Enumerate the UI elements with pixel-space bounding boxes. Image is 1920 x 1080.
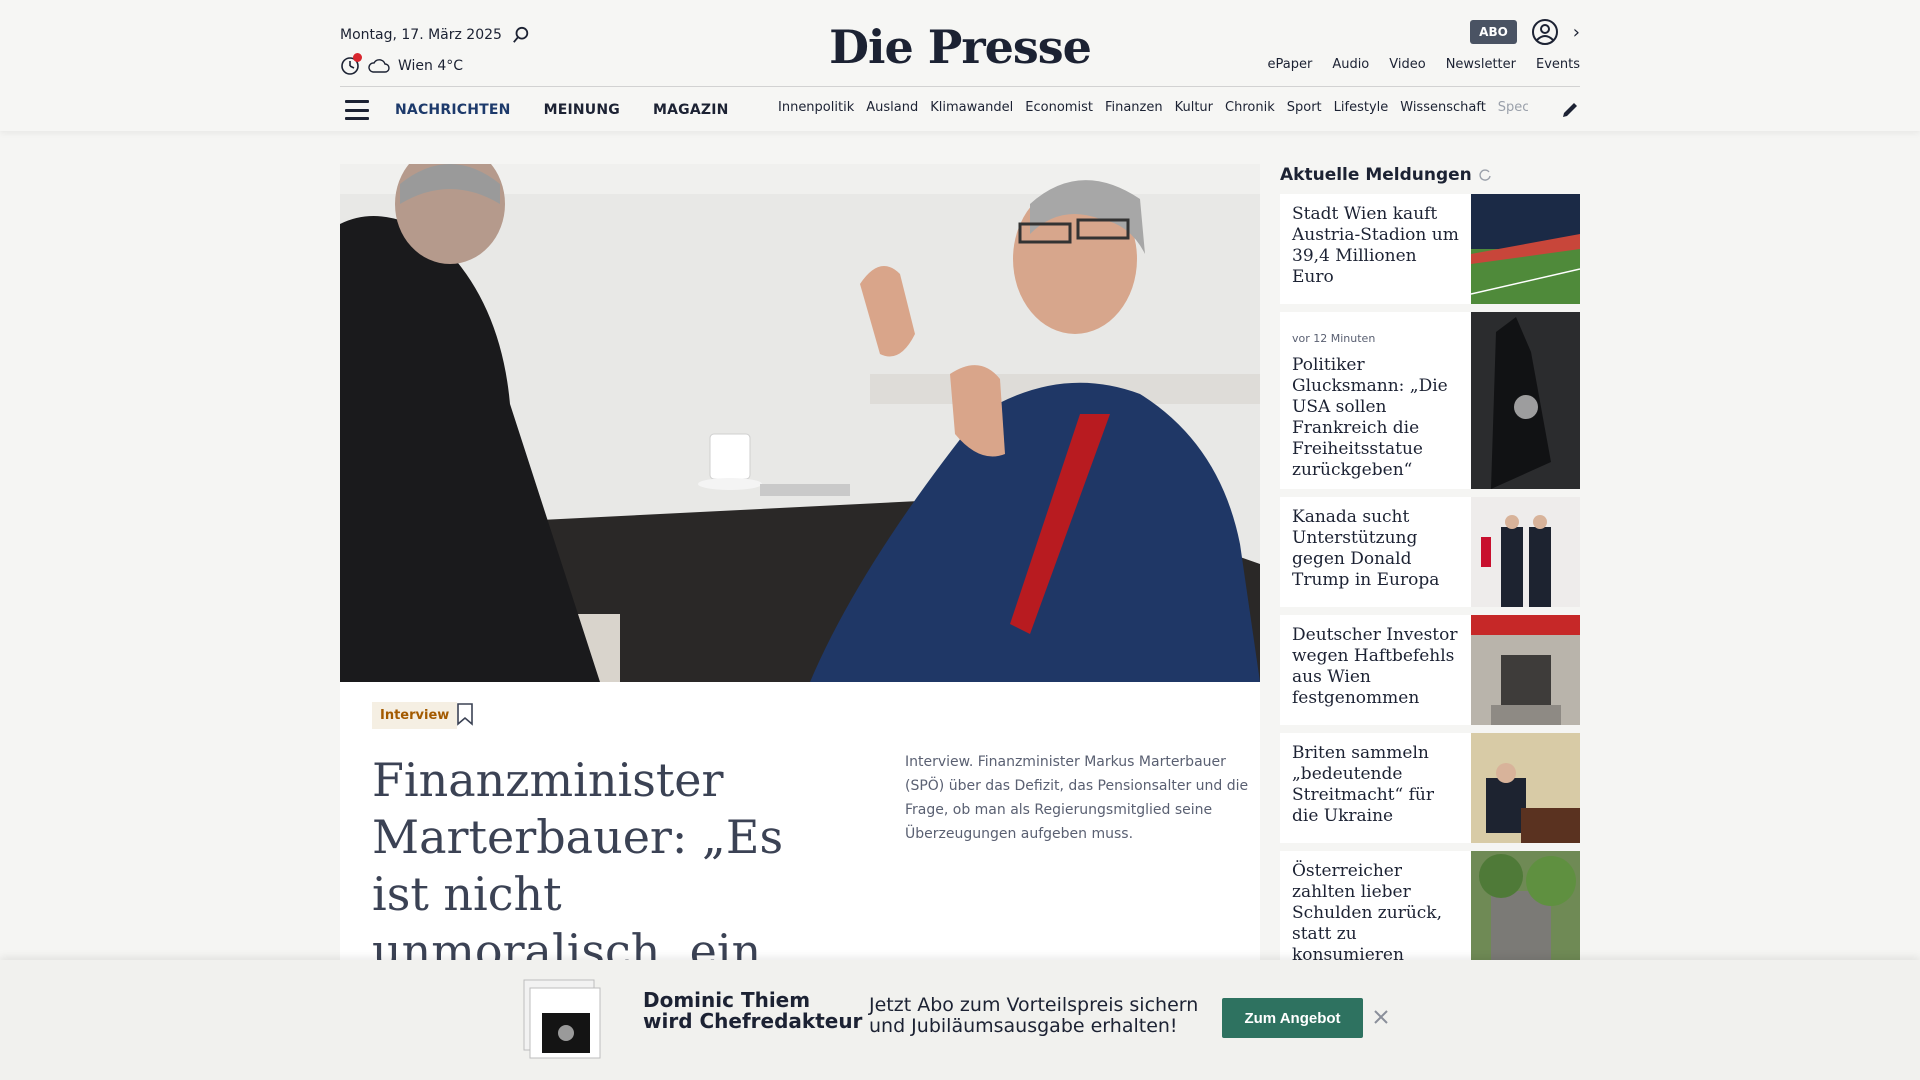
promo-banner: Dominic Thiem wird Chefredakteur Jetzt A… (0, 960, 1920, 1080)
link-video[interactable]: Video (1389, 57, 1425, 72)
link-audio[interactable]: Audio (1332, 57, 1369, 72)
news-list: Stadt Wien kauft Austria-Stadion um 39,4… (1280, 194, 1580, 969)
news-headline[interactable]: Briten sammeln „bedeutende Streitmacht“ … (1292, 743, 1461, 827)
site-header: Montag, 17. März 2025 Wien 4°C Die Press… (0, 0, 1920, 131)
sidebar-title: Aktuelle Meldungen (1280, 165, 1492, 185)
promo-text-line-1: Jetzt Abo zum Vorteilspreis sichern (869, 994, 1199, 1016)
news-item[interactable]: Kanada sucht Unterstützung gegen Donald … (1280, 497, 1580, 607)
subnav-sport[interactable]: Sport (1287, 100, 1322, 115)
news-headline[interactable]: Österreicher zahlten lieber Schulden zur… (1292, 861, 1461, 966)
user-account-icon[interactable] (1531, 18, 1559, 46)
subnav-wissenschaft[interactable]: Wissenschaft (1400, 100, 1486, 115)
news-timestamp: vor 12 Minuten (1292, 332, 1376, 345)
article-tag[interactable]: Interview (372, 702, 458, 729)
subnav-innenpolitik[interactable]: Innenpolitik (778, 100, 854, 115)
promo-title: Dominic Thiem wird Chefredakteur (643, 990, 862, 1032)
abo-button[interactable]: ABO (1470, 20, 1517, 44)
subnav-ausland[interactable]: Ausland (866, 100, 918, 115)
news-headline[interactable]: Deutscher Investor wegen Haftbefehls aus… (1292, 625, 1461, 709)
news-item[interactable]: vor 12 Minuten Politiker Glucksmann: „Di… (1280, 312, 1580, 489)
news-thumbnail[interactable] (1471, 194, 1580, 304)
link-epaper[interactable]: ePaper (1267, 57, 1312, 72)
nav-nachrichten[interactable]: NACHRICHTEN (395, 102, 511, 118)
refresh-icon[interactable] (1478, 168, 1492, 182)
subnav-finanzen[interactable]: Finanzen (1105, 100, 1163, 115)
bookmark-icon[interactable] (456, 702, 474, 726)
news-headline[interactable]: Kanada sucht Unterstützung gegen Donald … (1292, 507, 1461, 591)
subnav-chronik[interactable]: Chronik (1225, 100, 1275, 115)
main-nav: NACHRICHTEN MEINUNG MAGAZIN (340, 93, 762, 127)
link-events[interactable]: Events (1536, 57, 1580, 72)
promo-title-line-1: Dominic Thiem (643, 988, 811, 1012)
subnav-klimawandel[interactable]: Klimawandel (930, 100, 1013, 115)
top-links: ePaper Audio Video Newsletter Events (1267, 57, 1580, 72)
pencil-icon[interactable] (1560, 100, 1580, 120)
promo-text-line-2: und Jubiläumsausgabe erhalten! (869, 1015, 1178, 1037)
newspaper-image (523, 979, 601, 1059)
news-thumbnail[interactable] (1471, 615, 1580, 725)
news-item[interactable]: Deutscher Investor wegen Haftbefehls aus… (1280, 615, 1580, 725)
sub-nav: Innenpolitik Ausland Klimawandel Economi… (778, 100, 1528, 115)
news-headline[interactable]: Politiker Glucksmann: „Die USA sollen Fr… (1292, 355, 1461, 481)
news-thumbnail[interactable] (1471, 733, 1580, 843)
nav-magazin[interactable]: MAGAZIN (653, 102, 729, 118)
sidebar-title-text: Aktuelle Meldungen (1280, 165, 1472, 185)
article-hero-image[interactable] (340, 164, 1260, 682)
nav-divider (340, 86, 1580, 87)
subnav-economist[interactable]: Economist (1025, 100, 1093, 115)
news-item[interactable]: Österreicher zahlten lieber Schulden zur… (1280, 851, 1580, 965)
news-thumbnail[interactable] (1471, 497, 1580, 607)
subnav-spectrum[interactable]: Spectr (1498, 100, 1528, 115)
news-headline[interactable]: Stadt Wien kauft Austria-Stadion um 39,4… (1292, 204, 1461, 288)
subnav-kultur[interactable]: Kultur (1175, 100, 1213, 115)
chevron-right-icon[interactable]: › (1573, 22, 1580, 43)
link-newsletter[interactable]: Newsletter (1446, 57, 1516, 72)
news-item[interactable]: Stadt Wien kauft Austria-Stadion um 39,4… (1280, 194, 1580, 304)
close-icon[interactable] (1372, 1008, 1390, 1026)
news-thumbnail[interactable] (1471, 851, 1580, 961)
news-item[interactable]: Briten sammeln „bedeutende Streitmacht“ … (1280, 733, 1580, 843)
nav-meinung[interactable]: MEINUNG (544, 102, 620, 118)
menu-icon[interactable] (345, 100, 369, 120)
article-lead: Interview. Finanzminister Markus Marterb… (905, 754, 1249, 842)
offer-button[interactable]: Zum Angebot (1222, 998, 1363, 1038)
promo-text: Jetzt Abo zum Vorteilspreis sichern und … (869, 995, 1198, 1037)
news-thumbnail[interactable] (1471, 312, 1580, 489)
subnav-lifestyle[interactable]: Lifestyle (1334, 100, 1389, 115)
promo-title-line-2: wird Chefredakteur (643, 1009, 863, 1033)
